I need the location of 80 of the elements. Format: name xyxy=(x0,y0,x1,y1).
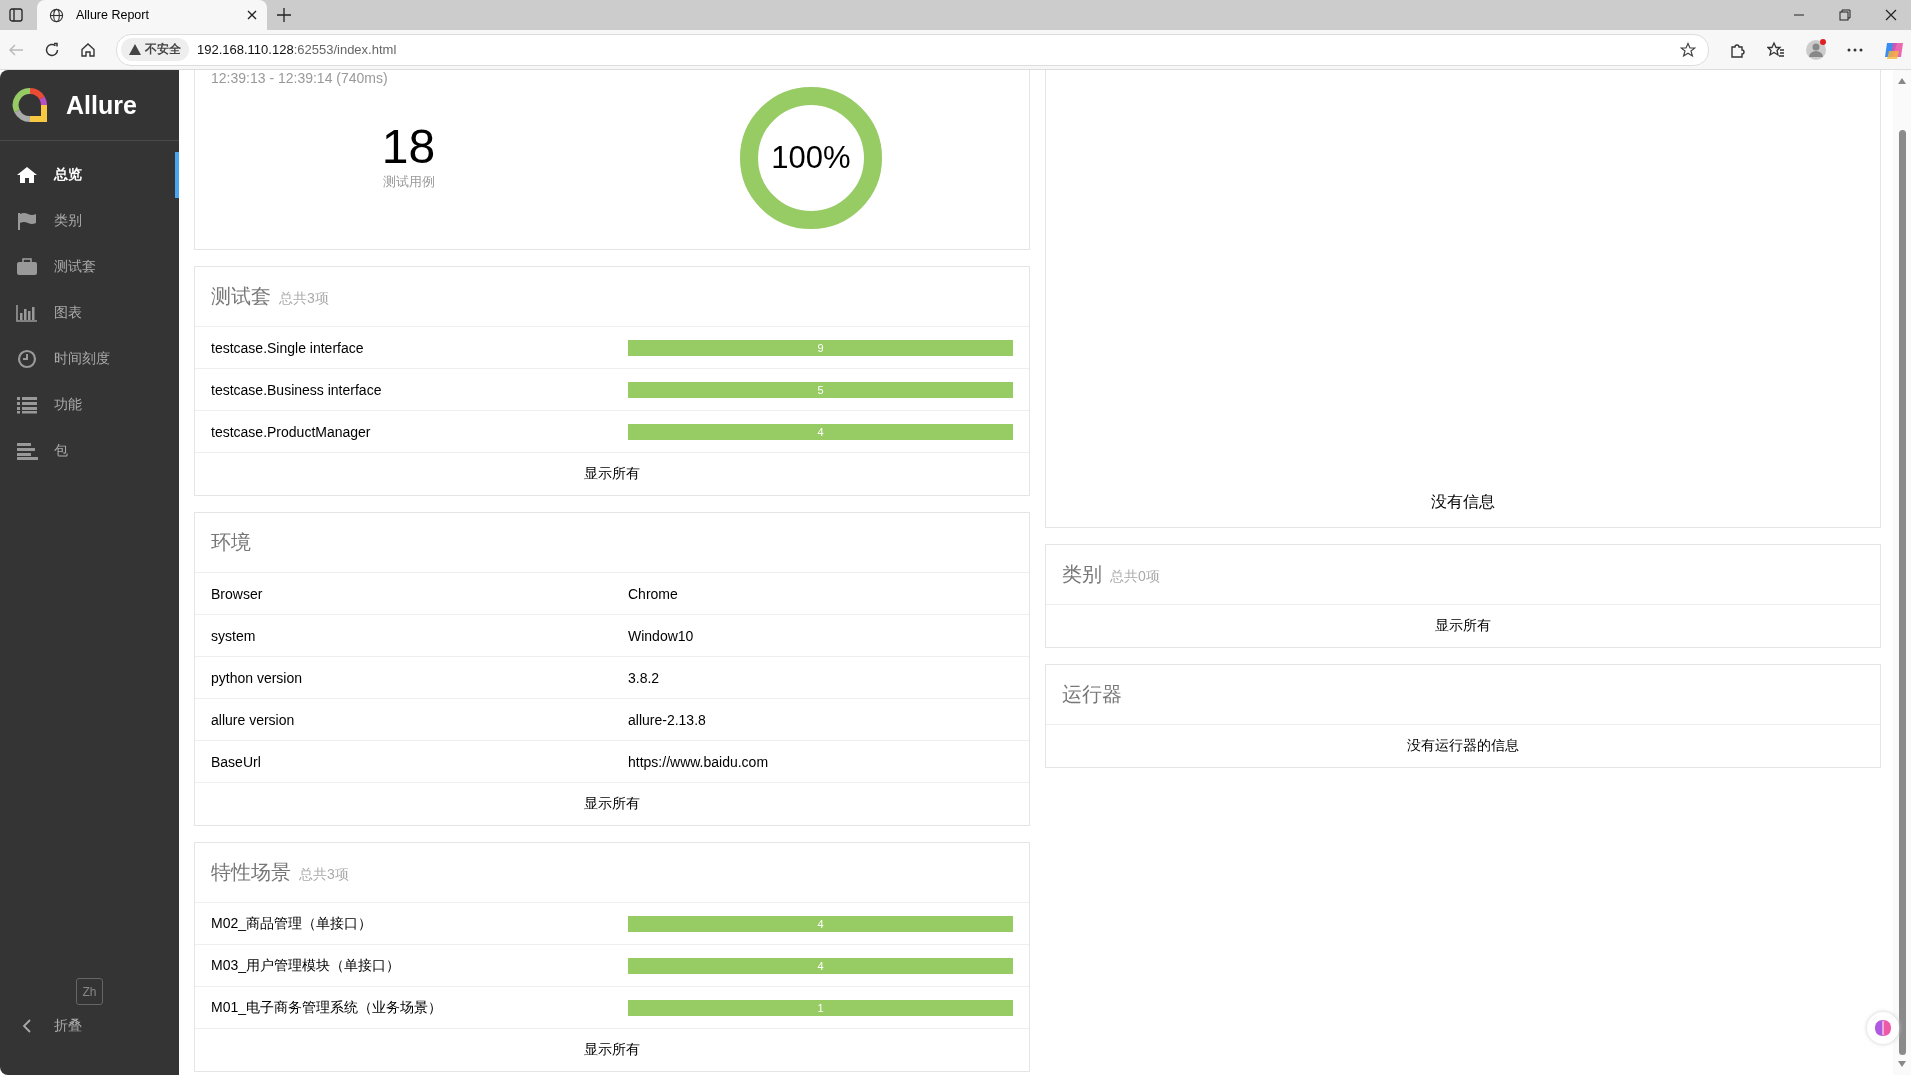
close-icon[interactable] xyxy=(1885,9,1897,21)
env-value: allure-2.13.8 xyxy=(628,711,706,728)
logo-text: Allure xyxy=(66,90,137,120)
show-all-link[interactable]: 显示所有 xyxy=(195,1029,1029,1071)
section-title: 测试套 xyxy=(211,284,271,309)
passed-bar: 9 xyxy=(628,339,1013,356)
passed-bar: 4 xyxy=(628,915,1013,932)
suite-row[interactable]: testcase.ProductManager 4 xyxy=(195,411,1029,453)
globe-icon xyxy=(49,7,64,23)
passed-bar: 4 xyxy=(628,423,1013,440)
total-count: 总共3项 xyxy=(279,289,329,308)
home-icon xyxy=(16,165,38,185)
scroll-thumb[interactable] xyxy=(1898,130,1906,1055)
new-tab-icon[interactable] xyxy=(277,8,291,22)
test-count: 18 xyxy=(380,120,437,173)
show-all-link[interactable]: 显示所有 xyxy=(195,783,1029,825)
warning-icon xyxy=(129,44,141,55)
list-icon xyxy=(16,395,38,415)
reload-icon[interactable] xyxy=(44,41,60,58)
show-all-link[interactable]: 显示所有 xyxy=(195,453,1029,495)
nav-item[interactable]: 图表 xyxy=(0,290,179,336)
env-key: BaseUrl xyxy=(211,753,628,770)
logo-icon xyxy=(12,87,48,123)
test-count-label: 测试用例 xyxy=(381,172,436,191)
scroll-up-icon[interactable] xyxy=(1898,78,1906,84)
passed-bar: 4 xyxy=(628,957,1013,974)
time-range: 12:39:13 - 12:39:14 (740ms) xyxy=(211,70,389,86)
show-all-link[interactable]: 显示所有 xyxy=(1046,605,1880,647)
nav-item[interactable]: 类别 xyxy=(0,198,179,244)
section-title: 类别 xyxy=(1062,562,1102,587)
url-text: 192.168.110.128:62553/index.html xyxy=(197,42,398,57)
env-key: system xyxy=(211,627,628,644)
env-key: Browser xyxy=(211,585,628,602)
suite-row[interactable]: testcase.Business interface 5 xyxy=(195,369,1029,411)
env-key: allure version xyxy=(211,711,628,728)
star-icon[interactable] xyxy=(1680,41,1696,58)
nav-item[interactable]: 功能 xyxy=(0,382,179,428)
language-button[interactable]: Zh xyxy=(76,978,103,1005)
lines-icon xyxy=(16,441,38,461)
browser-tab[interactable]: Allure Report xyxy=(37,0,267,30)
section-title: 环境 xyxy=(211,530,251,555)
more-icon[interactable] xyxy=(1847,47,1863,52)
total-count: 总共3项 xyxy=(299,865,349,884)
passed-bar: 5 xyxy=(628,381,1013,398)
collapse-button[interactable]: 折叠 xyxy=(0,1017,82,1035)
chevron-left-icon xyxy=(22,1019,32,1033)
section-title: 特性场景 xyxy=(211,860,291,885)
tab-actions-icon[interactable] xyxy=(9,8,23,22)
suite-row[interactable]: testcase.Single interface 9 xyxy=(195,327,1029,369)
nav-item[interactable]: 时间刻度 xyxy=(0,336,179,382)
restore-icon[interactable] xyxy=(1839,9,1851,21)
address-field[interactable]: 不安全 192.168.110.128:62553/index.html xyxy=(116,33,1709,66)
env-value: 3.8.2 xyxy=(628,669,660,686)
favorites-icon[interactable] xyxy=(1767,40,1785,59)
bar-chart-icon xyxy=(16,303,38,323)
empty-message: 没有信息 xyxy=(1431,492,1495,512)
clock-icon xyxy=(16,349,38,369)
nav-item[interactable]: 总览 xyxy=(0,152,179,198)
flag-icon xyxy=(16,211,38,231)
passed-bar: 1 xyxy=(628,999,1013,1016)
env-key: python version xyxy=(211,669,628,686)
pass-rate-text: 100% xyxy=(770,139,852,176)
nav-item[interactable]: 包 xyxy=(0,428,179,474)
feature-row[interactable]: M03_用户管理模块（单接口） 4 xyxy=(195,945,1029,987)
env-value: https://www.baidu.com xyxy=(628,753,769,770)
close-icon[interactable] xyxy=(247,10,257,20)
scroll-down-icon[interactable] xyxy=(1898,1061,1906,1067)
home-icon[interactable] xyxy=(80,41,96,58)
profile-icon[interactable] xyxy=(1805,38,1827,61)
empty-message: 没有运行器的信息 xyxy=(1406,736,1520,755)
feature-row[interactable]: M01_电子商务管理系统（业务场景） 1 xyxy=(195,987,1029,1029)
env-value: Window10 xyxy=(628,627,694,644)
briefcase-icon xyxy=(16,257,38,277)
total-count: 总共0项 xyxy=(1110,567,1160,586)
security-badge[interactable]: 不安全 xyxy=(121,38,189,61)
feature-row[interactable]: M02_商品管理（单接口） 4 xyxy=(195,903,1029,945)
env-value: Chrome xyxy=(628,585,678,602)
nav-item[interactable]: 测试套 xyxy=(0,244,179,290)
scrollbar[interactable] xyxy=(1893,70,1911,1075)
section-title: 运行器 xyxy=(1062,682,1122,707)
